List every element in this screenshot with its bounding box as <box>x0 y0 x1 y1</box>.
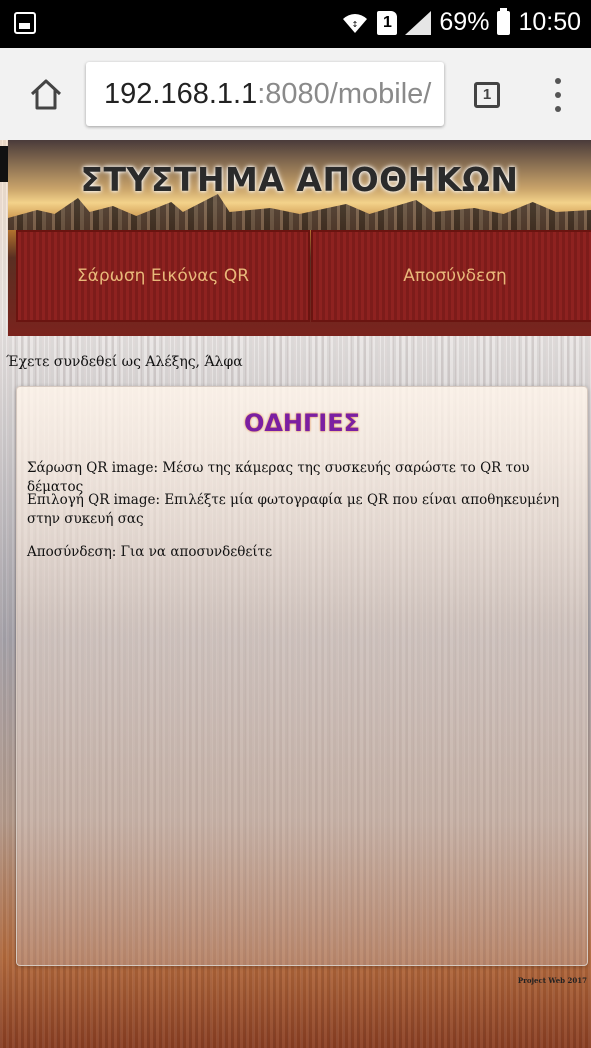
status-icons: ↕ 1 69% 10:50 <box>341 7 581 37</box>
svg-text:↕: ↕ <box>352 20 359 29</box>
instructions-title: ΟΔΗΓΙΕΣ <box>243 409 361 437</box>
instruction-logout: Αποσύνδεση: Για να αποσυνδεθείτε <box>27 544 273 560</box>
site-title: ΣΤΥΣΤΗΜΑ ΑΠΟΘΗΚΩΝ <box>80 160 519 199</box>
wifi-icon: ↕ <box>343 13 368 33</box>
battery-percent: 69% <box>439 8 490 36</box>
overflow-menu-icon[interactable] <box>555 78 561 112</box>
page-edge-tab <box>0 146 8 182</box>
url-path: :8080/mobile/ <box>257 77 432 110</box>
clock: 10:50 <box>518 8 581 36</box>
scan-qr-button[interactable]: Σάρωση Εικόνας QR <box>16 230 310 322</box>
sim-icon: 1 <box>377 10 398 35</box>
battery-icon <box>497 7 511 35</box>
image-notification-icon <box>14 12 36 34</box>
browser-toolbar: 192.168.1.1:8080/mobile/ 1 <box>0 48 591 140</box>
url-host: 192.168.1.1 <box>104 77 258 110</box>
tab-switcher-button[interactable]: 1 <box>474 82 500 108</box>
home-icon[interactable] <box>28 76 64 112</box>
web-page: ΣΤΥΣΤΗΜΑ ΑΠΟΘΗΚΩΝ Σάρωση Εικόνας QR Αποσ… <box>0 140 591 1048</box>
instruction-select: Επιλογή QR image: Επιλέξτε μία φωτογραφί… <box>27 492 560 527</box>
logout-button[interactable]: Αποσύνδεση <box>311 230 591 322</box>
logged-in-message: Έχετε συνδεθεί ως Αλέξης, Άλφα <box>6 354 243 370</box>
header-banner: ΣΤΥΣΤΗΜΑ ΑΠΟΘΗΚΩΝ Σάρωση Εικόνας QR Αποσ… <box>8 140 591 336</box>
instructions-panel: ΟΔΗΓΙΕΣ Σάρωση QR image: Μέσω της κάμερα… <box>16 386 588 966</box>
signal-icon <box>405 10 432 35</box>
status-bar: ↕ 1 69% 10:50 <box>0 0 591 48</box>
address-bar[interactable]: 192.168.1.1:8080/mobile/ <box>86 62 444 126</box>
footer-credit: Project Web 2017 <box>517 976 587 985</box>
